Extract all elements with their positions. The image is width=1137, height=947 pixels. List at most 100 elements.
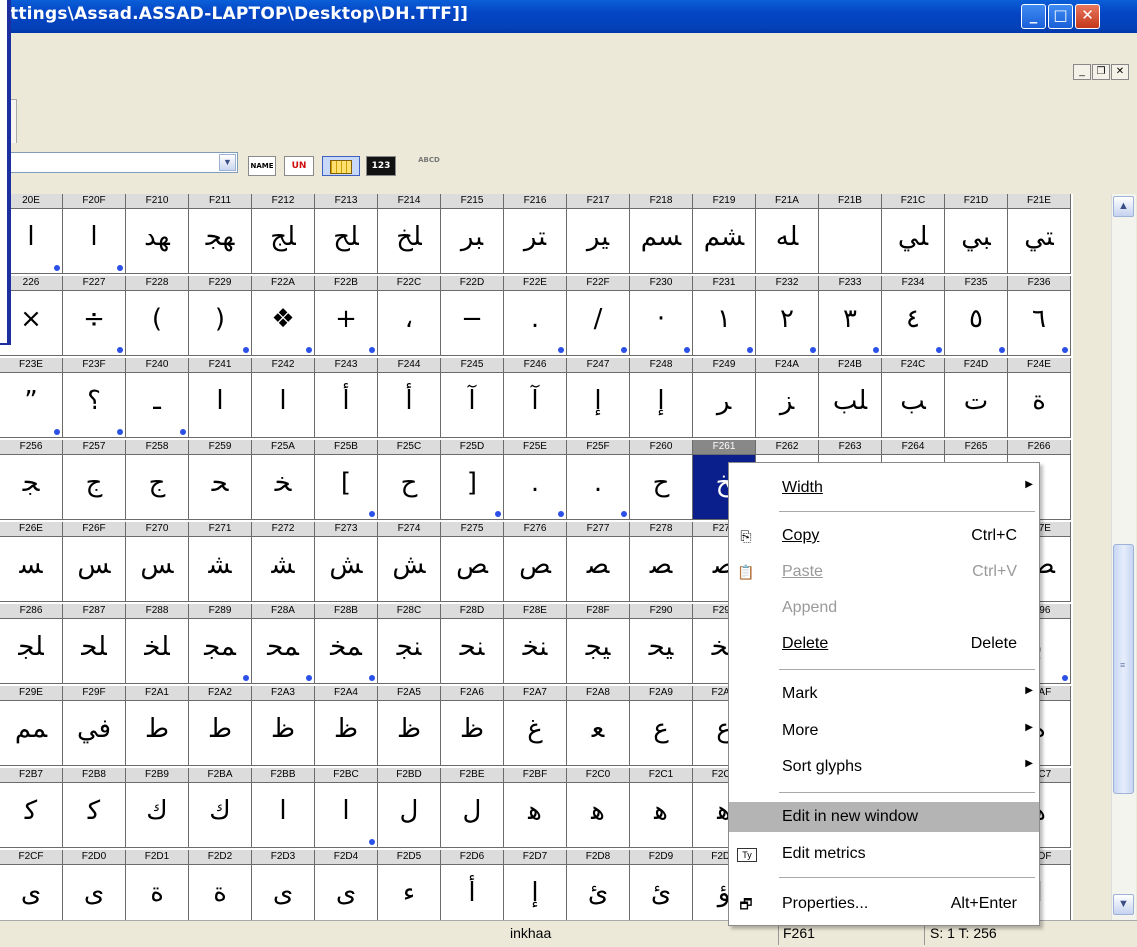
title-bar[interactable]: ttings\Assad.ASSAD-LAPTOP\Desktop\DH.TTF… — [0, 0, 1137, 33]
glyph-cell[interactable]: F29E ﻤﻢ — [0, 686, 63, 766]
glyph-cell[interactable]: F28B ﻤﺨ — [315, 604, 378, 684]
glyph-cell[interactable]: F290 ﻴﺤ — [630, 604, 693, 684]
chevron-down-icon[interactable]: ▼ — [219, 154, 236, 171]
glyph-cell[interactable]: F2C0 ﻫ — [567, 768, 630, 848]
glyph-cell[interactable]: F25A ﺨ — [252, 440, 315, 520]
glyph-cell[interactable]: F2A9 ﻉ — [630, 686, 693, 766]
glyph-cell[interactable]: F23F ؟ — [63, 358, 126, 438]
glyph-cell[interactable]: F2B9 ﻙ — [126, 768, 189, 848]
glyph-cell[interactable]: F21B — [819, 194, 882, 274]
glyph-cell[interactable]: F2D3 ى — [252, 850, 315, 920]
glyph-cell[interactable]: F235 ٥ — [945, 276, 1008, 356]
glyph-cell[interactable]: F22F / — [567, 276, 630, 356]
glyph-cell[interactable]: F26F ﺲ — [63, 522, 126, 602]
glyph-cell[interactable]: F2BA ﻙ — [189, 768, 252, 848]
glyph-cell[interactable]: F2A5 ﻅ — [378, 686, 441, 766]
menu-item-properties[interactable]: 🗗 Properties... Alt+Enter — [729, 889, 1039, 919]
glyph-cell[interactable]: F26E ﺴ — [0, 522, 63, 602]
glyph-cell[interactable]: F278 ﺼ — [630, 522, 693, 602]
preview-text-button[interactable]: ABCD — [414, 156, 444, 176]
glyph-cell[interactable]: F259 ﺤ — [189, 440, 252, 520]
view-combo[interactable]: ▼ — [0, 152, 238, 173]
glyph-cell[interactable]: F245 آ — [441, 358, 504, 438]
glyph-cell[interactable]: F230 · — [630, 276, 693, 356]
glyph-cell[interactable]: F249 ﺮ — [693, 358, 756, 438]
glyph-cell[interactable]: F227 ÷ — [63, 276, 126, 356]
glyph-cell[interactable]: F2A6 ﻅ — [441, 686, 504, 766]
glyph-cell[interactable]: F28A ﻤﺤ — [252, 604, 315, 684]
glyph-cell[interactable]: F28E ﻨﺨ — [504, 604, 567, 684]
glyph-cell[interactable]: F244 أ — [378, 358, 441, 438]
glyph-cell[interactable]: F25E. — [504, 440, 567, 520]
glyph-cell[interactable]: F276 ﺺ — [504, 522, 567, 602]
show-unicode-button[interactable]: UN — [284, 156, 314, 176]
glyph-cell[interactable]: F2A3 ﻅ — [252, 686, 315, 766]
glyph-cell[interactable]: F257 ﺝ — [63, 440, 126, 520]
menu-item-delete[interactable]: Delete Delete — [729, 629, 1039, 659]
glyph-cell[interactable]: F22D − — [441, 276, 504, 356]
glyph-cell[interactable]: F2A7 ﻍ — [504, 686, 567, 766]
glyph-cell[interactable]: F217 ﻴﺮ — [567, 194, 630, 274]
glyph-cell[interactable]: F2D4 ى — [315, 850, 378, 920]
glyph-cell[interactable]: F20F ا — [63, 194, 126, 274]
glyph-cell[interactable]: F2BB ا — [252, 768, 315, 848]
scroll-down-button[interactable]: ▼ — [1113, 894, 1134, 915]
glyph-cell[interactable]: F256 ﺠ — [0, 440, 63, 520]
glyph-cell[interactable]: F2D2 ة — [189, 850, 252, 920]
minimize-button[interactable]: _ — [1021, 4, 1046, 29]
glyph-cell[interactable]: F25F. — [567, 440, 630, 520]
glyph-cell[interactable]: F240 ـ — [126, 358, 189, 438]
glyph-cell[interactable]: F28F ﻴﺠ — [567, 604, 630, 684]
glyph-cell[interactable]: F243 أ — [315, 358, 378, 438]
glyph-cell[interactable]: F2BD ﻝ — [378, 768, 441, 848]
glyph-cell[interactable]: F286 ﻠﺠ — [0, 604, 63, 684]
menu-item-width[interactable]: Width ▶ — [729, 473, 1039, 503]
glyph-cell[interactable]: F22A ❖ — [252, 276, 315, 356]
glyph-cell[interactable]: F215 ﺒﺮ — [441, 194, 504, 274]
glyph-cell[interactable]: F214 ﻠﺦ — [378, 194, 441, 274]
glyph-cell[interactable]: F212 ﻠﺞ — [252, 194, 315, 274]
glyph-cell[interactable]: F25B [ — [315, 440, 378, 520]
glyph-cell[interactable]: F2D9 ئ — [630, 850, 693, 920]
glyph-cell[interactable]: F210 ﻬﺪ — [126, 194, 189, 274]
glyph-cell[interactable]: F270 ﺲ — [126, 522, 189, 602]
glyph-cell[interactable]: F219 ﺸﻢ — [693, 194, 756, 274]
glyph-cell[interactable]: F275 ﺺ — [441, 522, 504, 602]
glyph-cell[interactable]: F2B7 ﻛ — [0, 768, 63, 848]
glyph-cell[interactable]: F28D ﻨﺤ — [441, 604, 504, 684]
show-code-button[interactable]: 123 — [366, 156, 396, 176]
glyph-cell[interactable]: F247 إ — [567, 358, 630, 438]
glyph-cell[interactable]: F274 ﺶ — [378, 522, 441, 602]
glyph-cell[interactable]: F248 إ — [630, 358, 693, 438]
menu-item-copy[interactable]: ⎘ Copy Ctrl+C — [729, 521, 1039, 551]
glyph-cell[interactable]: F2D6 أ — [441, 850, 504, 920]
glyph-cell[interactable]: F288 ﻠﺨ — [126, 604, 189, 684]
glyph-cell[interactable]: F2D1 ة — [126, 850, 189, 920]
glyph-cell[interactable]: F24A ﺰ — [756, 358, 819, 438]
glyph-cell[interactable]: F2CF ى — [0, 850, 63, 920]
glyph-cell[interactable]: F273 ﺶ — [315, 522, 378, 602]
menu-item-mark[interactable]: Mark ▶ — [729, 679, 1039, 709]
glyph-cell[interactable]: F287 ﻠﺤ — [63, 604, 126, 684]
glyph-cell[interactable]: F2BF ﻫ — [504, 768, 567, 848]
glyph-cell[interactable]: F2D7 إ — [504, 850, 567, 920]
maximize-button[interactable]: □ — [1048, 4, 1073, 29]
glyph-cell[interactable]: F242 ا — [252, 358, 315, 438]
glyph-cell[interactable]: F24D ﺕ — [945, 358, 1008, 438]
glyph-cell[interactable]: F22C ، — [378, 276, 441, 356]
glyph-cell[interactable]: F28C ﻨﺠ — [378, 604, 441, 684]
glyph-cell[interactable]: F271 ﺸ — [189, 522, 252, 602]
glyph-cell[interactable]: F289 ﻤﺠ — [189, 604, 252, 684]
glyph-cell[interactable]: F236 ٦ — [1008, 276, 1071, 356]
glyph-cell[interactable]: F22E. — [504, 276, 567, 356]
glyph-cell[interactable]: F21A ﻠﻪ — [756, 194, 819, 274]
glyph-cell[interactable]: F24C ﺐ — [882, 358, 945, 438]
scroll-up-button[interactable]: ▲ — [1113, 196, 1134, 217]
glyph-cell[interactable]: F231 ١ — [693, 276, 756, 356]
glyph-cell[interactable]: F260 ﺡ — [630, 440, 693, 520]
glyph-cell[interactable]: F213 ﻠﺢ — [315, 194, 378, 274]
menu-item-sort-glyphs[interactable]: Sort glyphs ▶ — [729, 752, 1039, 782]
glyph-cell[interactable]: F2D5 ء — [378, 850, 441, 920]
glyph-cell[interactable]: F24E ﺓ — [1008, 358, 1071, 438]
glyph-cell[interactable]: F233 ٣ — [819, 276, 882, 356]
